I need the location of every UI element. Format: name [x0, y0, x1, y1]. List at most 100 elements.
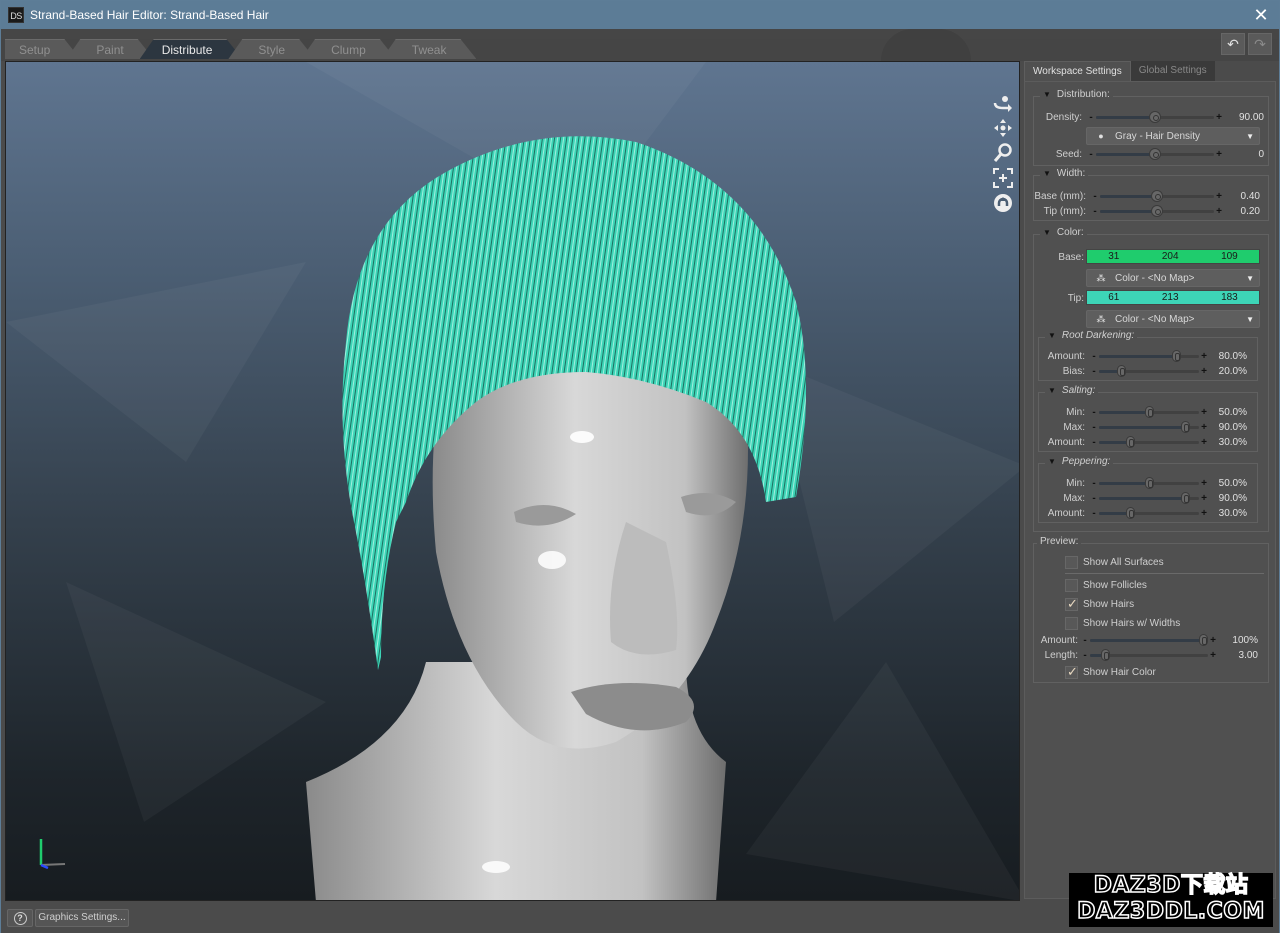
salting-min-increment[interactable]: + [1199, 407, 1209, 418]
seed-slider-handle[interactable] [1149, 147, 1161, 160]
show-hair-color-checkbox[interactable] [1065, 664, 1078, 680]
tip-width-slider-handle[interactable] [1151, 204, 1163, 217]
slider-handle[interactable] [1126, 506, 1136, 519]
tab-global-settings[interactable]: Global Settings [1130, 61, 1215, 81]
tab-distribute[interactable]: Distribute [140, 39, 243, 59]
collapse-caret-icon[interactable]: ▼ [1048, 457, 1056, 466]
tab-workspace-settings[interactable]: Workspace Settings [1024, 61, 1131, 81]
density-increment[interactable]: + [1214, 112, 1224, 123]
collapse-caret-icon[interactable]: ▼ [1048, 331, 1056, 340]
slider-handle[interactable] [1199, 633, 1208, 646]
show-follicles-checkbox[interactable] [1065, 578, 1078, 592]
density-slider-handle[interactable] [1149, 110, 1161, 123]
collapse-caret-icon[interactable]: ▼ [1043, 228, 1051, 237]
tip-width-decrement[interactable]: - [1090, 206, 1100, 217]
slider-handle[interactable] [1100, 648, 1110, 661]
root-amount-increment[interactable]: + [1199, 351, 1209, 362]
reset-view-icon[interactable] [992, 192, 1014, 214]
peppering-min-slider[interactable] [1099, 476, 1199, 489]
preview-length-slider[interactable] [1090, 648, 1208, 661]
salting-max-decrement[interactable]: - [1089, 422, 1099, 433]
peppering-amount-increment[interactable]: + [1199, 508, 1209, 519]
peppering-max-increment[interactable]: + [1199, 493, 1209, 504]
grayscale-map-icon: ● [1098, 131, 1104, 141]
base-width-value[interactable]: 0.40 [1224, 191, 1260, 202]
peppering-min-increment[interactable]: + [1199, 478, 1209, 489]
close-button[interactable]: ✕ [1251, 5, 1271, 25]
tip-color-map-dropdown[interactable]: ⁂ Color - <No Map> ▼ [1086, 310, 1260, 328]
root-darkening-amount-slider[interactable] [1099, 349, 1199, 362]
base-width-decrement[interactable]: - [1090, 191, 1100, 202]
panel-tabs: Workspace Settings Global Settings [1024, 61, 1278, 81]
slider-handle[interactable] [1144, 405, 1154, 418]
seed-value[interactable]: 0 [1224, 149, 1264, 160]
salting-amount-slider[interactable] [1099, 435, 1199, 448]
seed-increment[interactable]: + [1214, 149, 1224, 160]
undo-button[interactable]: ↶ [1221, 33, 1245, 55]
slider-handle[interactable] [1171, 349, 1181, 362]
salting-amount-increment[interactable]: + [1199, 437, 1209, 448]
collapse-caret-icon[interactable]: ▼ [1043, 169, 1051, 178]
slider-handle[interactable] [1180, 420, 1190, 433]
frame-icon[interactable] [992, 167, 1014, 189]
base-width-increment[interactable]: + [1214, 191, 1224, 202]
show-all-surfaces-checkbox[interactable] [1065, 555, 1078, 569]
tab-style[interactable]: Style [228, 39, 315, 59]
3d-viewport[interactable] [5, 61, 1020, 901]
seed-decrement[interactable]: - [1086, 149, 1096, 160]
peppering-min-row: Min: - + 50.0% [1066, 476, 1247, 489]
preview-amount-increment[interactable]: + [1208, 635, 1218, 646]
root-bias-decrement[interactable]: - [1089, 366, 1099, 377]
preview-amount-slider[interactable] [1090, 633, 1208, 646]
root-darkening-bias-slider[interactable] [1099, 364, 1199, 377]
base-width-slider[interactable] [1100, 189, 1214, 202]
tip-width-value[interactable]: 0.20 [1224, 206, 1260, 217]
base-width-slider-handle[interactable] [1151, 189, 1163, 202]
peppering-max-decrement[interactable]: - [1089, 493, 1099, 504]
root-bias-increment[interactable]: + [1199, 366, 1209, 377]
tip-color-swatch[interactable]: 61 213 183 [1086, 290, 1260, 305]
slider-handle[interactable] [1144, 476, 1154, 489]
preview-length-decrement[interactable]: - [1080, 650, 1090, 661]
peppering-amount-decrement[interactable]: - [1089, 508, 1099, 519]
salting-min-slider[interactable] [1099, 405, 1199, 418]
collapse-caret-icon[interactable]: ▼ [1048, 386, 1056, 395]
peppering-amount-slider[interactable] [1099, 506, 1199, 519]
salting-min-decrement[interactable]: - [1089, 407, 1099, 418]
base-color-swatch[interactable]: 31 204 109 [1086, 249, 1260, 264]
seed-slider[interactable] [1096, 147, 1214, 160]
help-button[interactable]: ? [7, 909, 33, 927]
density-value[interactable]: 90.00 [1224, 112, 1264, 123]
salting-max-slider[interactable] [1099, 420, 1199, 433]
collapse-caret-icon[interactable]: ▼ [1043, 90, 1051, 99]
tab-paint[interactable]: Paint [66, 39, 153, 59]
graphics-settings-button[interactable]: Graphics Settings... [35, 909, 129, 927]
show-hairs-checkbox[interactable] [1065, 596, 1078, 612]
slider-handle[interactable] [1117, 364, 1127, 377]
base-color-map-dropdown[interactable]: ⁂ Color - <No Map> ▼ [1086, 269, 1260, 287]
tab-tweak[interactable]: Tweak [382, 39, 477, 59]
preview-amount-decrement[interactable]: - [1080, 635, 1090, 646]
density-slider[interactable] [1096, 110, 1214, 123]
density-map-dropdown[interactable]: ● Gray - Hair Density ▼ [1086, 127, 1260, 145]
workspace-settings-content: ▼ Distribution: Density: - + 90.00 ● Gray… [1024, 81, 1276, 899]
slider-handle[interactable] [1180, 491, 1190, 504]
tab-clump[interactable]: Clump [301, 39, 396, 59]
peppering-min-decrement[interactable]: - [1089, 478, 1099, 489]
tip-width-slider[interactable] [1100, 204, 1214, 217]
width-group: ▼ Width: Base (mm): - + 0.40 Tip (mm): - … [1033, 168, 1269, 221]
orbit-icon[interactable] [992, 92, 1014, 114]
slider-handle[interactable] [1126, 435, 1136, 448]
density-decrement[interactable]: - [1086, 112, 1096, 123]
peppering-max-slider[interactable] [1099, 491, 1199, 504]
tip-width-increment[interactable]: + [1214, 206, 1224, 217]
pan-icon[interactable] [992, 117, 1014, 139]
preview-length-increment[interactable]: + [1208, 650, 1218, 661]
zoom-icon[interactable] [992, 142, 1014, 164]
show-hairs-row: Show Hairs [1065, 596, 1134, 612]
show-hairs-widths-checkbox[interactable] [1065, 616, 1078, 630]
root-amount-decrement[interactable]: - [1089, 351, 1099, 362]
redo-button[interactable]: ↷ [1248, 33, 1272, 55]
salting-amount-decrement[interactable]: - [1089, 437, 1099, 448]
salting-max-increment[interactable]: + [1199, 422, 1209, 433]
